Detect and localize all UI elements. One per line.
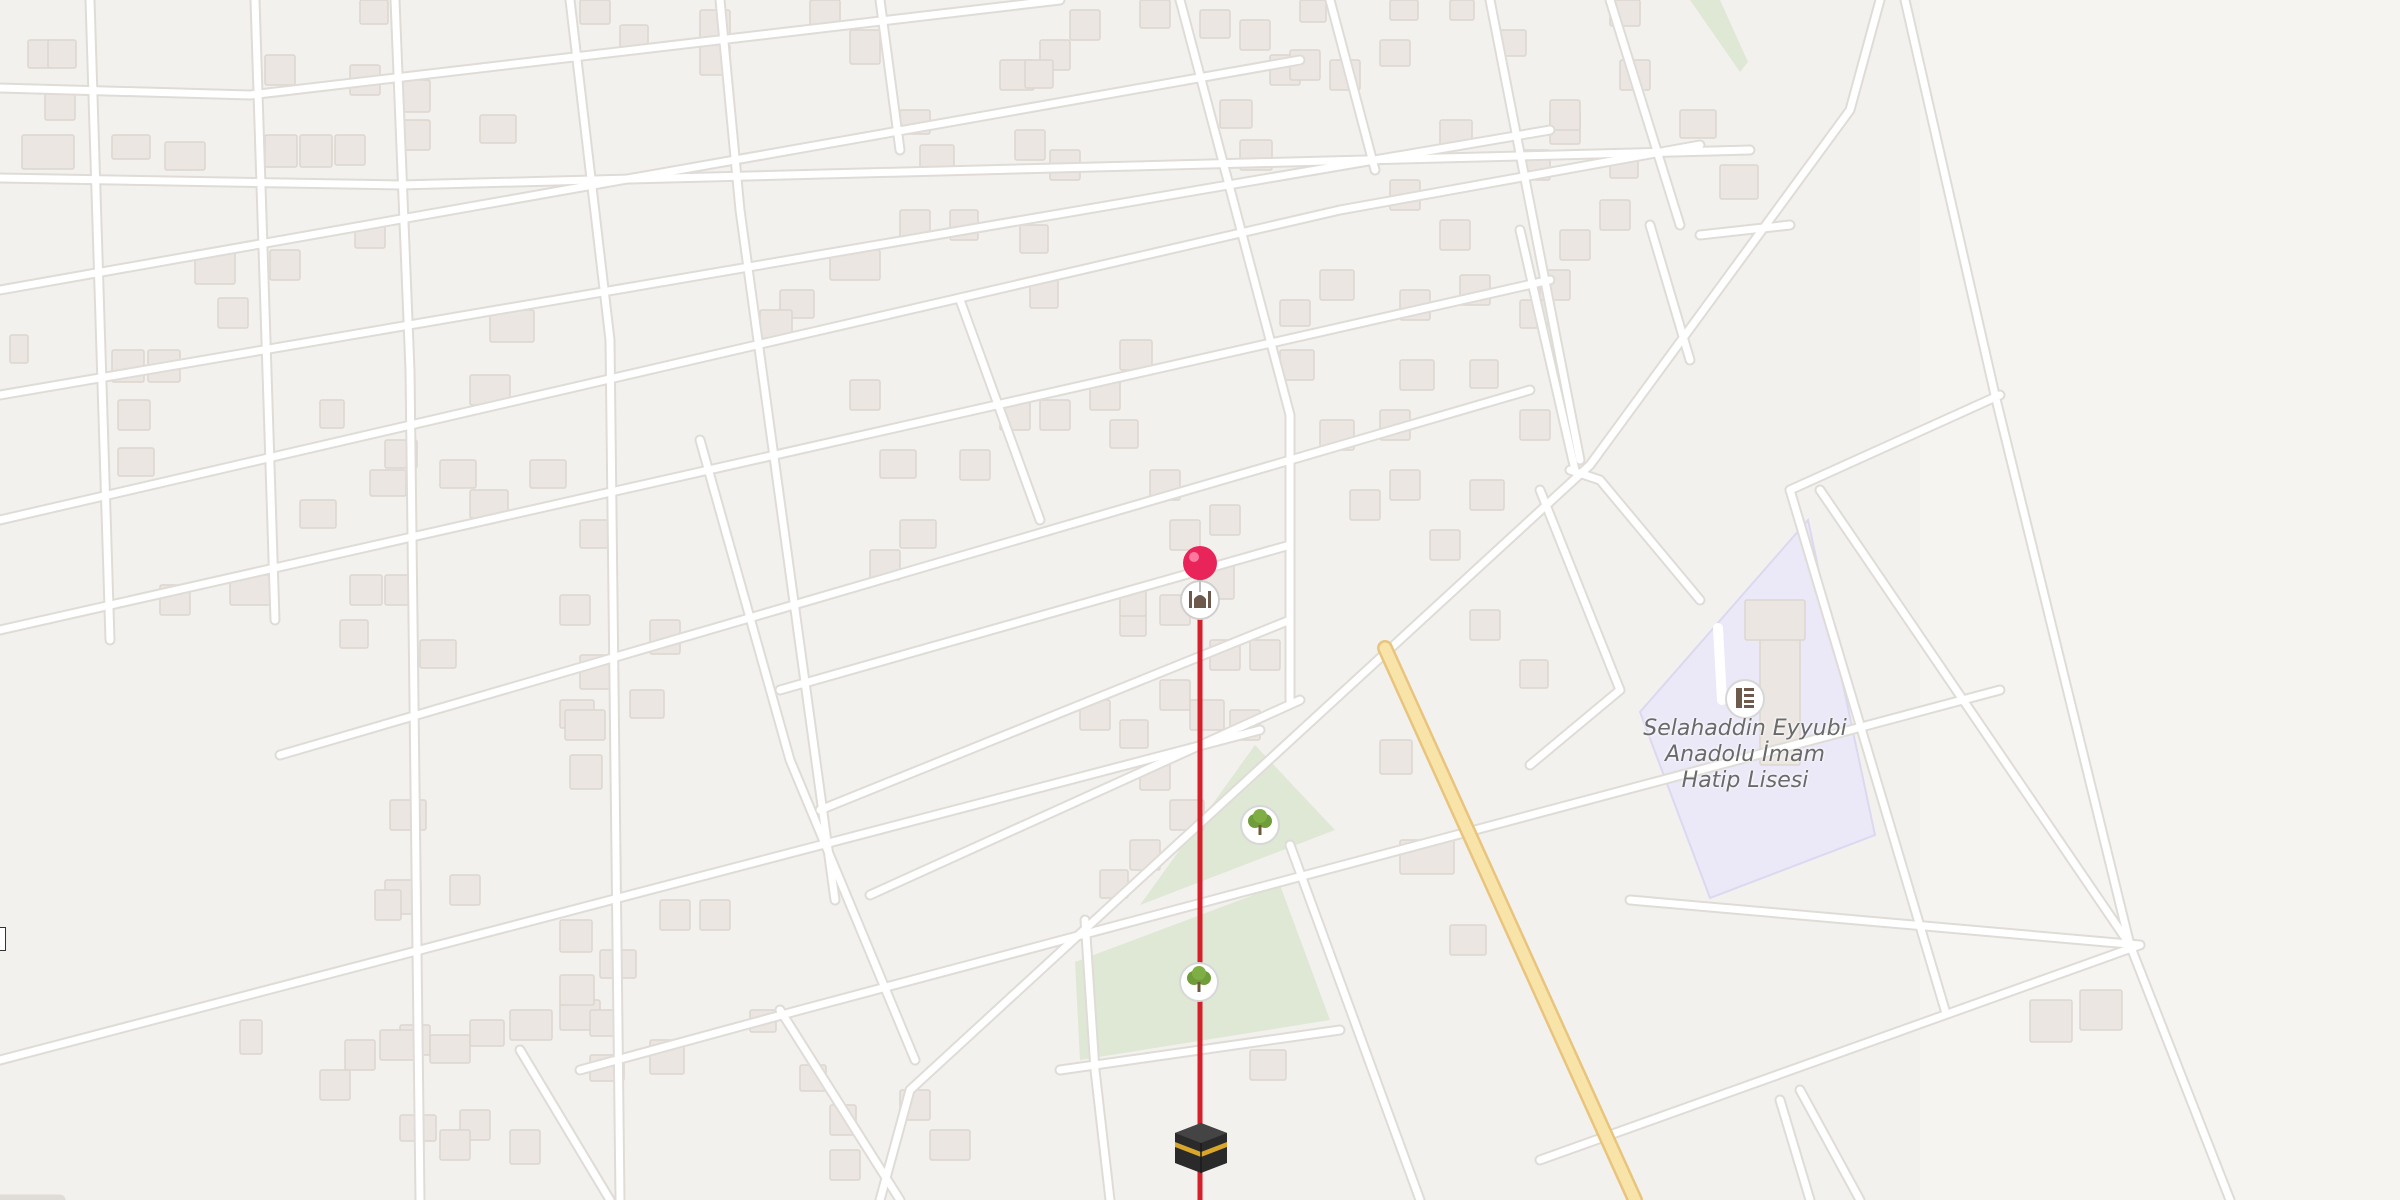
building xyxy=(1299,0,1327,23)
building xyxy=(1449,924,1487,956)
building xyxy=(1219,99,1253,129)
building xyxy=(1249,639,1281,671)
building xyxy=(629,689,665,719)
building xyxy=(1019,224,1049,254)
map-canvas[interactable] xyxy=(0,0,2400,1200)
building xyxy=(2079,989,2123,1031)
building xyxy=(1549,99,1581,131)
building xyxy=(1319,269,1355,301)
building xyxy=(879,449,917,479)
school-icon[interactable] xyxy=(1725,679,1765,719)
building xyxy=(1069,9,1101,41)
building xyxy=(1389,0,1419,21)
building xyxy=(111,134,151,160)
building xyxy=(1024,59,1054,89)
building xyxy=(564,709,606,741)
building xyxy=(1119,719,1149,749)
building xyxy=(1349,489,1381,521)
building xyxy=(699,899,731,931)
building xyxy=(559,974,595,1006)
building xyxy=(1744,599,1806,641)
building xyxy=(47,39,77,69)
building xyxy=(1279,299,1311,327)
building xyxy=(264,54,296,86)
building xyxy=(164,141,206,171)
building xyxy=(529,459,567,489)
building xyxy=(374,889,402,921)
building xyxy=(1199,9,1231,39)
building xyxy=(419,639,457,669)
tree-icon[interactable] xyxy=(1179,962,1219,1002)
building xyxy=(217,297,249,329)
building xyxy=(569,754,603,790)
building xyxy=(1719,164,1759,200)
building xyxy=(849,379,881,411)
building xyxy=(2029,999,2073,1043)
building xyxy=(899,519,937,549)
building xyxy=(1239,19,1271,51)
building xyxy=(439,459,477,489)
building xyxy=(1469,609,1501,641)
building xyxy=(117,399,151,431)
building xyxy=(559,594,591,626)
building xyxy=(1249,1049,1287,1081)
building xyxy=(509,1009,553,1041)
building xyxy=(359,0,389,25)
building xyxy=(479,114,517,144)
building xyxy=(1469,359,1499,389)
building xyxy=(959,449,991,481)
building xyxy=(1399,359,1435,391)
building xyxy=(1169,519,1201,551)
building xyxy=(1039,399,1071,431)
building xyxy=(1599,199,1631,231)
building xyxy=(319,1069,351,1101)
building xyxy=(1159,679,1191,711)
building xyxy=(829,1149,861,1181)
building xyxy=(429,1034,471,1064)
building xyxy=(1429,529,1461,561)
building xyxy=(1449,0,1475,21)
building xyxy=(1679,109,1717,139)
building xyxy=(1379,39,1411,67)
building xyxy=(1389,469,1421,501)
building xyxy=(929,1129,971,1161)
building xyxy=(334,134,366,166)
building xyxy=(299,134,333,168)
building xyxy=(319,399,345,429)
building xyxy=(369,469,407,497)
building xyxy=(1519,659,1549,689)
building xyxy=(1559,229,1591,261)
tree-icon[interactable] xyxy=(1240,805,1280,845)
building xyxy=(239,1019,263,1055)
building xyxy=(339,619,369,649)
building xyxy=(1139,0,1171,29)
building xyxy=(579,0,611,25)
building xyxy=(559,919,593,953)
building xyxy=(1109,419,1139,449)
building xyxy=(1209,504,1241,536)
building xyxy=(439,1129,471,1161)
building xyxy=(1379,739,1413,775)
building xyxy=(117,447,155,477)
building xyxy=(1189,699,1225,731)
kaaba-icon[interactable] xyxy=(1175,1123,1227,1173)
building xyxy=(269,249,301,281)
building xyxy=(449,874,481,906)
side-panel-handle[interactable] xyxy=(0,927,6,951)
building xyxy=(659,899,691,931)
building xyxy=(344,1039,376,1071)
building xyxy=(44,91,76,121)
building xyxy=(849,29,881,65)
building xyxy=(1014,129,1046,161)
building xyxy=(21,134,75,170)
building xyxy=(509,1129,541,1165)
building xyxy=(1519,409,1551,441)
building xyxy=(1439,219,1471,251)
building xyxy=(349,574,383,606)
building xyxy=(9,334,29,364)
building xyxy=(299,499,337,529)
building xyxy=(1469,479,1505,511)
building xyxy=(469,1019,505,1047)
building xyxy=(264,134,298,168)
